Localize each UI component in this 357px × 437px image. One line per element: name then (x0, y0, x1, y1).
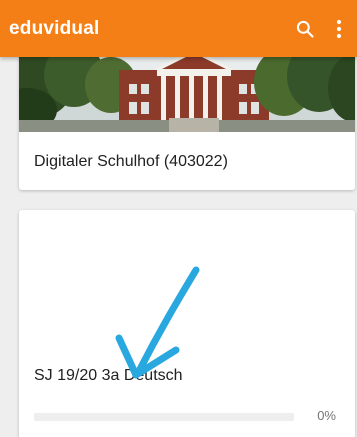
app-screen: eduvidual Digitaler Schulhof (403022) SJ… (0, 0, 357, 437)
app-bar: eduvidual (0, 0, 357, 57)
more-vert-icon (336, 19, 342, 38)
course-title: SJ 19/20 3a Deutsch (34, 367, 183, 384)
app-title: eduvidual (9, 17, 100, 39)
course-progress-percent: 0% (317, 408, 336, 423)
search-icon (296, 20, 314, 38)
overflow-menu-button[interactable] (325, 9, 353, 49)
course-title: Digitaler Schulhof (403022) (34, 153, 228, 170)
search-button[interactable] (291, 9, 319, 49)
app-bar-actions (291, 0, 357, 57)
course-progress-bar (34, 413, 294, 421)
course-card-schulhof[interactable]: Digitaler Schulhof (403022) (19, 40, 355, 190)
course-card-deutsch[interactable]: SJ 19/20 3a Deutsch 0% (19, 210, 355, 437)
